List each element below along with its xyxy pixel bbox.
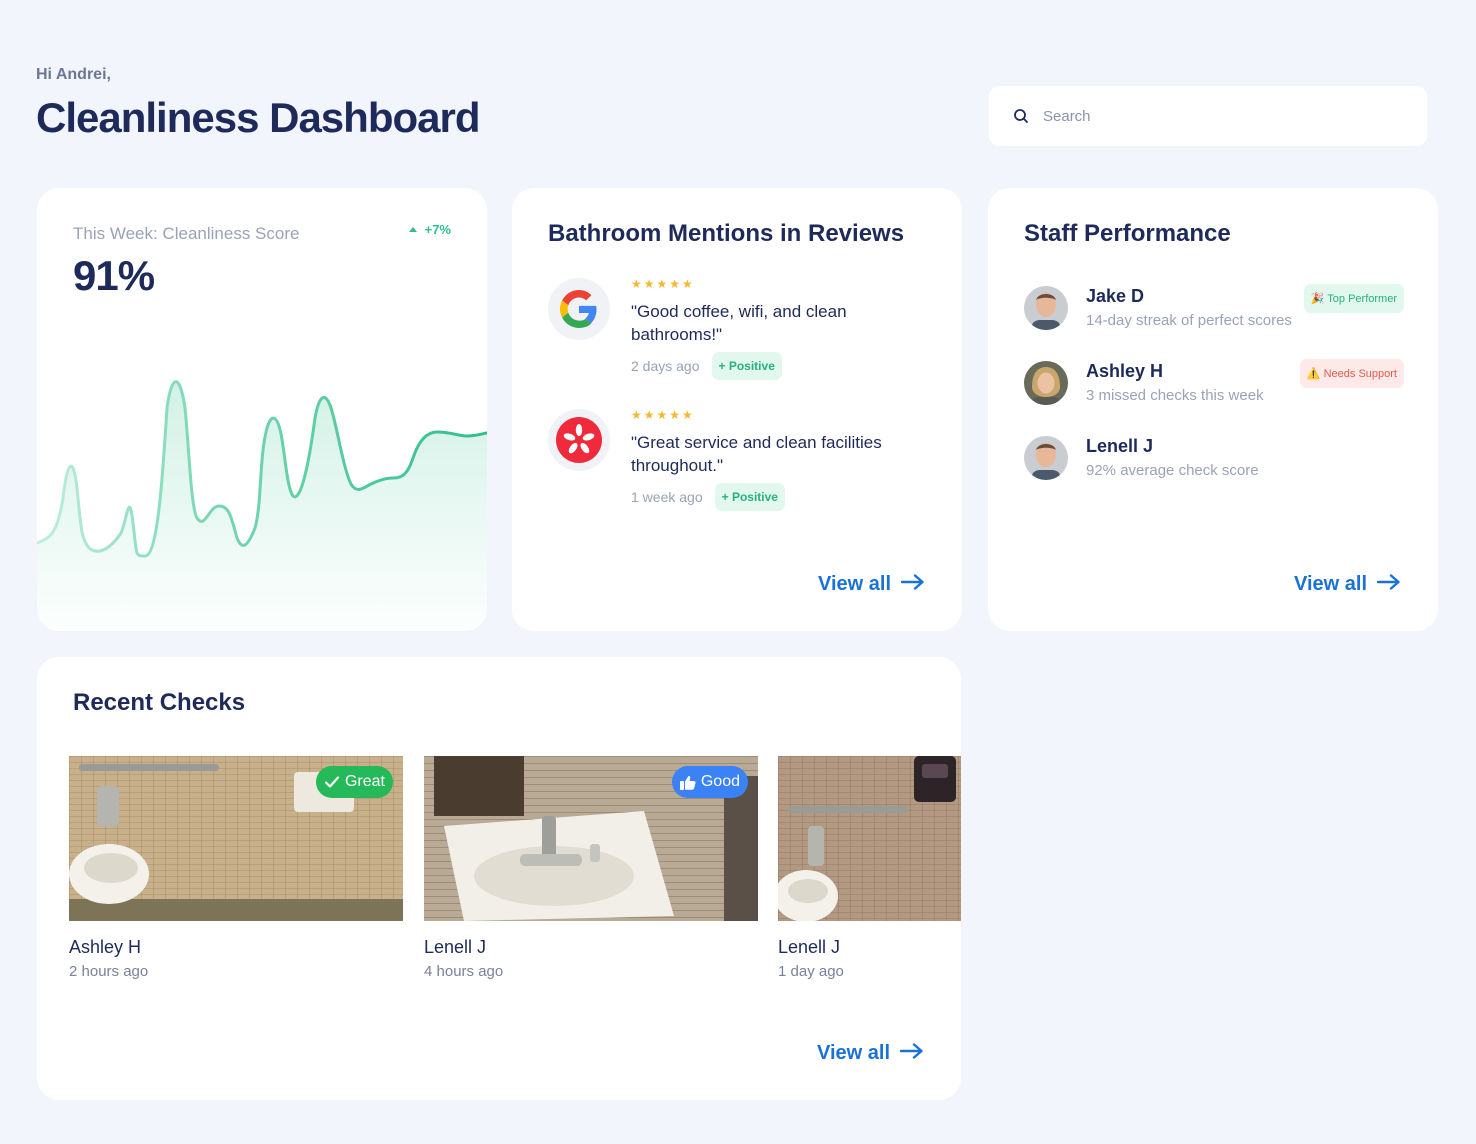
reviews-view-all-link[interactable]: View all [818, 573, 925, 596]
avatar [1024, 436, 1068, 480]
cleanliness-score-card: This Week: Cleanliness Score +7% 91% [37, 188, 487, 631]
reviews-card: Bathroom Mentions in Reviews ★★★★★ "Good… [512, 188, 962, 631]
staff-title: Staff Performance [1024, 220, 1231, 247]
toilet-photo [778, 756, 961, 921]
check-time: 4 hours ago [424, 963, 504, 980]
review-time: 1 week ago [631, 489, 703, 505]
staff-performance-card: Staff Performance Jake D 14-day streak o… [988, 188, 1438, 631]
avatar [1024, 286, 1068, 330]
arrow-right-icon [899, 1042, 924, 1065]
google-logo-icon [548, 278, 610, 340]
search-icon [1013, 108, 1029, 124]
check-staff-name: Lenell J [778, 937, 841, 957]
search-bar[interactable] [989, 86, 1427, 146]
page-title: Cleanliness Dashboard [36, 94, 480, 141]
view-all-label: View all [1294, 573, 1368, 595]
rating-stars: ★★★★★ [631, 277, 695, 291]
arrow-right-icon [1376, 573, 1401, 596]
staff-detail: 92% average check score [1086, 462, 1259, 479]
checks-title: Recent Checks [73, 689, 246, 716]
review-time: 2 days ago [631, 358, 700, 374]
staff-name: Jake D [1086, 286, 1145, 306]
check-item[interactable]: Great Ashley H 2 hours ago [69, 756, 403, 980]
sink-photo: Good [424, 756, 758, 921]
toilet-photo: Great [69, 756, 403, 921]
staff-row[interactable]: Lenell J 92% average check score [1024, 436, 1404, 486]
rating-stars: ★★★★★ [631, 408, 695, 422]
reviews-title: Bathroom Mentions in Reviews [548, 220, 905, 247]
thumbs-up-icon [679, 775, 696, 790]
staff-row[interactable]: Jake D 14-day streak of perfect scores 🎉… [1024, 284, 1404, 336]
staff-detail: 3 missed checks this week [1086, 387, 1264, 404]
search-input[interactable] [1043, 107, 1403, 125]
check-staff-name: Ashley H [69, 937, 142, 957]
sentiment-badge: + Positive [711, 352, 782, 380]
yelp-logo-icon [548, 409, 610, 471]
staff-name: Lenell J [1086, 436, 1154, 456]
rating-badge: Great [315, 766, 393, 798]
review-text: "Good coffee, wifi, and clean bathrooms!… [631, 302, 847, 344]
score-change-value: +7% [424, 222, 451, 237]
check-time: 1 day ago [778, 963, 844, 980]
status-badge: 🎉 Top Performer [1303, 284, 1404, 313]
rating-badge-label: Great [344, 773, 385, 790]
score-change: +7% [408, 222, 451, 237]
staff-view-all-link[interactable]: View all [1294, 573, 1401, 596]
check-item[interactable]: Lenell J 1 day ago [778, 756, 961, 980]
greeting: Hi Andrei, [36, 66, 111, 83]
rating-badge: Good [671, 766, 748, 798]
rating-badge-label: Good [700, 773, 740, 790]
staff-detail: 14-day streak of perfect scores [1086, 312, 1292, 329]
view-all-label: View all [818, 573, 892, 595]
check-time: 2 hours ago [69, 963, 149, 980]
check-staff-name: Lenell J [424, 937, 487, 957]
status-badge: ⚠️ Needs Support [1299, 359, 1404, 388]
review-text: "Great service and clean facilities thro… [631, 433, 882, 475]
score-label: This Week: Cleanliness Score [73, 224, 300, 243]
score-trend-area [37, 381, 487, 631]
avatar [1024, 361, 1068, 405]
view-all-label: View all [817, 1042, 891, 1064]
recent-checks-card: Recent Checks Great Ashley H 2 hours ago… [37, 657, 961, 1100]
check-item[interactable]: Good Lenell J 4 hours ago [424, 756, 758, 980]
staff-row[interactable]: Ashley H 3 missed checks this week ⚠️ Ne… [1024, 359, 1404, 411]
staff-name: Ashley H [1086, 361, 1164, 381]
score-trend-chart [37, 380, 487, 631]
trend-up-icon [408, 227, 417, 232]
sentiment-badge: + Positive [714, 483, 785, 511]
arrow-right-icon [900, 573, 925, 596]
score-value: 91% [73, 252, 155, 299]
checks-view-all-link[interactable]: View all [817, 1042, 924, 1065]
check-icon [324, 775, 340, 789]
